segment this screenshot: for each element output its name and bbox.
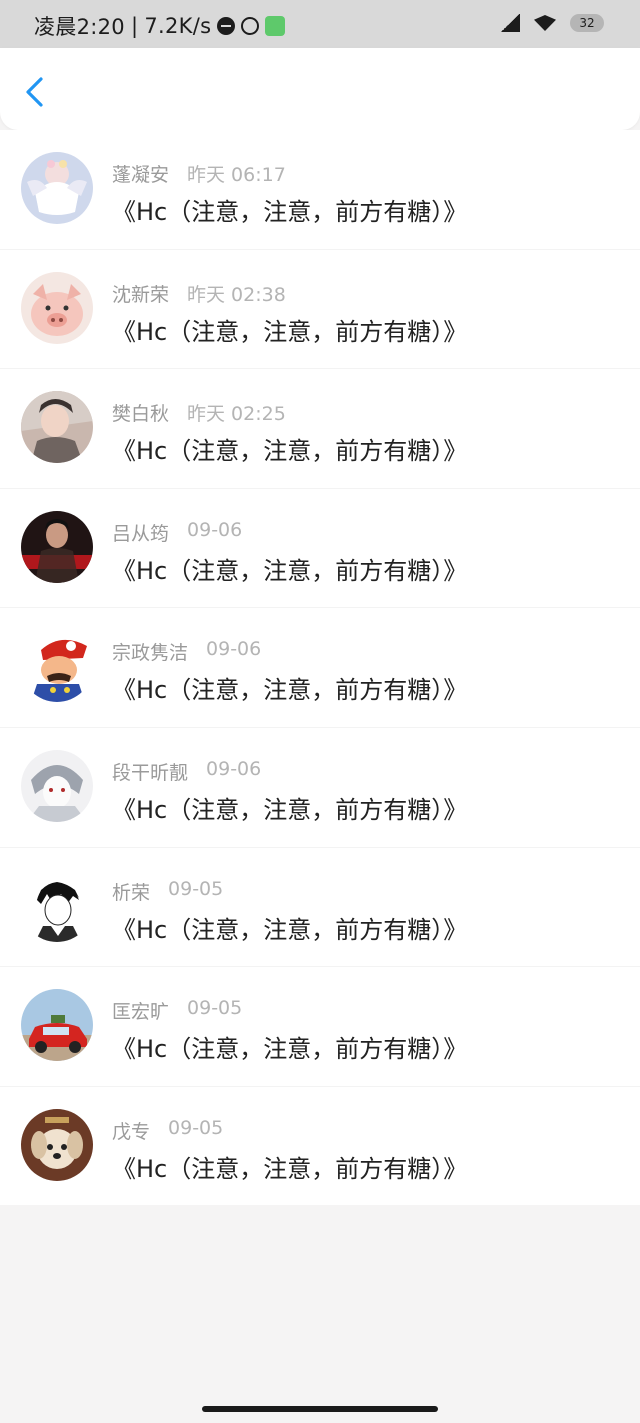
- list-item[interactable]: 戊专 09-05 《Hc（注意，注意，前方有糖）》: [0, 1087, 640, 1207]
- do-not-disturb-icon: [217, 17, 236, 35]
- alarm-icon: [241, 17, 260, 35]
- list-item[interactable]: 析荣 09-05 《Hc（注意，注意，前方有糖）》: [0, 848, 640, 968]
- avatar[interactable]: [21, 630, 93, 703]
- avatar[interactable]: [21, 1108, 93, 1181]
- comment-time: 09-06: [206, 638, 262, 661]
- anime-boy-avatar: [21, 869, 93, 942]
- angel-avatar: [21, 152, 93, 224]
- comment-text: 《Hc（注意，注意，前方有糖）》: [112, 1154, 468, 1183]
- comment-text: 《Hc（注意，注意，前方有糖）》: [112, 556, 468, 585]
- user-name[interactable]: 析荣: [112, 878, 150, 905]
- avatar[interactable]: [21, 989, 93, 1062]
- dark-photo-avatar: [21, 510, 93, 583]
- top-nav: [0, 48, 640, 130]
- avatar[interactable]: [21, 749, 93, 822]
- status-bar: 凌晨2:20 | 7.2K/s 32: [0, 0, 640, 48]
- avatar[interactable]: [21, 510, 93, 583]
- user-name[interactable]: 沈新荣: [112, 280, 169, 307]
- user-name[interactable]: 戊专: [112, 1117, 150, 1144]
- mario-avatar: [21, 630, 93, 703]
- comment-meta: 戊专 09-05: [112, 1117, 223, 1144]
- comment-time: 09-05: [168, 877, 224, 900]
- home-indicator[interactable]: [202, 1406, 438, 1412]
- list-item[interactable]: 蓬凝安 昨天 06:17 《Hc（注意，注意，前方有糖）》: [0, 130, 640, 250]
- user-name[interactable]: 樊白秋: [112, 399, 169, 426]
- comment-meta: 樊白秋 昨天 02:25: [112, 399, 286, 426]
- list-item[interactable]: 宗政隽洁 09-06 《Hc（注意，注意，前方有糖）》: [0, 608, 640, 728]
- user-name[interactable]: 吕从筠: [112, 519, 169, 546]
- back-button[interactable]: [22, 76, 50, 108]
- comment-text: 《Hc（注意，注意，前方有糖）》: [112, 1035, 468, 1064]
- battery-level: 32: [579, 16, 595, 30]
- list-item[interactable]: 樊白秋 昨天 02:25 《Hc（注意，注意，前方有糖）》: [0, 369, 640, 489]
- comment-meta: 匡宏旷 09-05: [112, 997, 242, 1024]
- comment-meta: 宗政隽洁 09-06: [112, 638, 261, 665]
- comment-meta: 段干昕靓 09-06: [112, 758, 261, 785]
- separator: |: [130, 14, 139, 38]
- comment-time: 昨天 02:25: [187, 403, 286, 426]
- avatar[interactable]: [21, 391, 93, 464]
- boy-photo-avatar: [21, 391, 93, 464]
- list-item[interactable]: 沈新荣 昨天 02:38 《Hc（注意，注意，前方有糖）》: [0, 250, 640, 370]
- network-speed: 7.2K/s: [144, 14, 212, 38]
- wifi-icon: [534, 15, 556, 31]
- comment-text: 《Hc（注意，注意，前方有糖）》: [112, 676, 468, 705]
- avatar[interactable]: [21, 869, 93, 942]
- comment-time: 09-06: [187, 518, 243, 541]
- avatar[interactable]: [21, 152, 93, 224]
- comment-time: 09-05: [168, 1116, 224, 1139]
- list-item[interactable]: 吕从筠 09-06 《Hc（注意，注意，前方有糖）》: [0, 489, 640, 609]
- status-left: 凌晨2:20 | 7.2K/s: [34, 11, 286, 41]
- puppy-avatar: [21, 1108, 93, 1181]
- comment-text: 《Hc（注意，注意，前方有糖）》: [112, 317, 468, 346]
- user-name[interactable]: 匡宏旷: [112, 997, 169, 1024]
- comment-meta: 蓬凝安 昨天 06:17: [112, 160, 286, 187]
- clock: 凌晨2:20: [34, 15, 125, 39]
- red-car-avatar: [21, 989, 93, 1062]
- comment-time: 09-06: [206, 757, 262, 780]
- user-name[interactable]: 段干昕靓: [112, 758, 188, 785]
- anime-sketch-avatar: [21, 749, 93, 822]
- comment-time: 昨天 02:38: [187, 283, 286, 306]
- comment-list: 蓬凝安 昨天 06:17 《Hc（注意，注意，前方有糖）》 沈新荣 昨天 02:…: [0, 130, 640, 1207]
- comment-text: 《Hc（注意，注意，前方有糖）》: [112, 915, 468, 944]
- signal-icon: [500, 14, 520, 32]
- user-name[interactable]: 蓬凝安: [112, 160, 169, 187]
- tool-app-icon: [265, 16, 286, 36]
- comment-time: 09-05: [187, 997, 243, 1020]
- avatar[interactable]: [21, 271, 93, 344]
- comment-time: 昨天 06:17: [187, 164, 286, 186]
- comment-text: 《Hc（注意，注意，前方有糖）》: [112, 198, 468, 226]
- status-right: 32: [500, 14, 604, 32]
- comment-meta: 析荣 09-05: [112, 878, 223, 905]
- list-item[interactable]: 段干昕靓 09-06 《Hc（注意，注意，前方有糖）》: [0, 728, 640, 848]
- comment-text: 《Hc（注意，注意，前方有糖）》: [112, 437, 468, 466]
- chevron-left-icon: [26, 77, 43, 107]
- comment-text: 《Hc（注意，注意，前方有糖）》: [112, 795, 468, 824]
- battery-icon: 32: [570, 14, 604, 32]
- user-name[interactable]: 宗政隽洁: [112, 638, 188, 665]
- list-item[interactable]: 匡宏旷 09-05 《Hc（注意，注意，前方有糖）》: [0, 967, 640, 1087]
- comment-meta: 吕从筠 09-06: [112, 519, 242, 546]
- comment-meta: 沈新荣 昨天 02:38: [112, 280, 286, 307]
- empty-area: [0, 1205, 640, 1423]
- pig-avatar: [21, 271, 93, 344]
